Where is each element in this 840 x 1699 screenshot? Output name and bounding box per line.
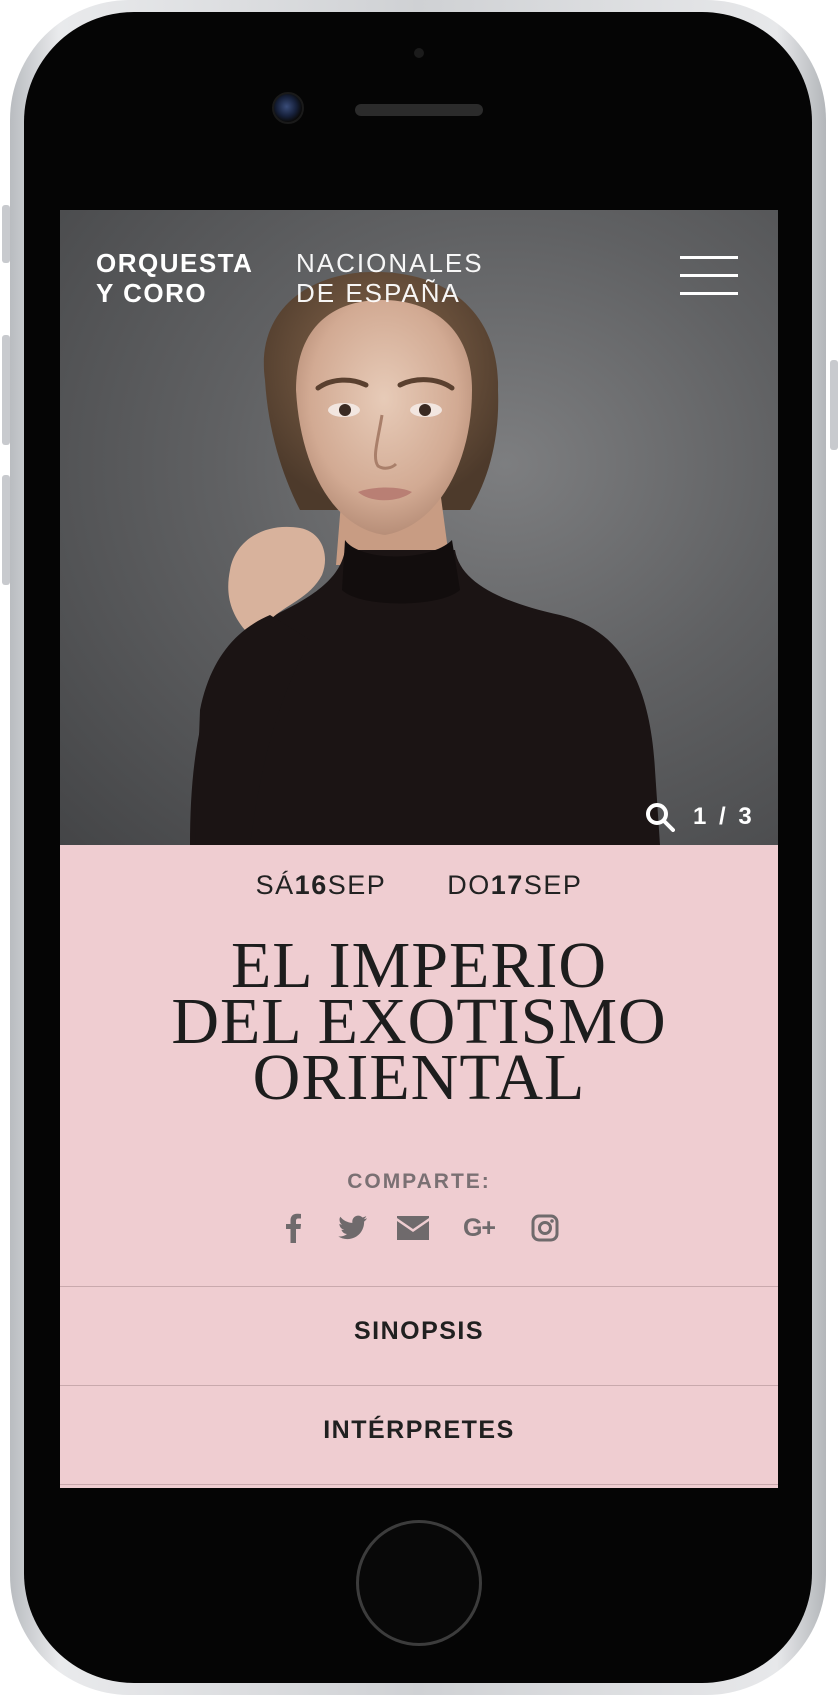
zoom-search-icon[interactable] [645, 802, 675, 832]
power-button [830, 360, 838, 450]
date-day: 17 [490, 870, 524, 900]
device-mockup: ORQUESTA Y CORO NACIONALES DE ESPAÑA 1 /… [0, 0, 840, 1699]
hero-slider[interactable]: ORQUESTA Y CORO NACIONALES DE ESPAÑA 1 /… [60, 210, 778, 845]
title-line: ORIENTAL [252, 1041, 586, 1114]
date-day: 16 [294, 870, 328, 900]
instagram-icon[interactable] [529, 1212, 561, 1244]
share-label: COMPARTE: [347, 1170, 491, 1193]
menu-bar [680, 256, 738, 259]
logo-bold-text: ORQUESTA Y CORO [96, 248, 296, 308]
twitter-icon[interactable] [337, 1212, 369, 1244]
facebook-icon[interactable] [277, 1212, 309, 1244]
date-weekday: DO [447, 870, 491, 900]
menu-bar [680, 292, 738, 295]
logo-line-3: NACIONALES [296, 248, 484, 278]
logo-light-text: NACIONALES DE ESPAÑA [296, 248, 536, 308]
logo-line-1: ORQUESTA [96, 248, 254, 278]
proximity-sensor [414, 48, 424, 58]
event-date: DO17SEP [447, 870, 582, 901]
mute-switch [2, 205, 10, 263]
mail-icon[interactable] [397, 1212, 429, 1244]
volume-down-button [2, 475, 10, 585]
social-share-bar: G+ [60, 1212, 778, 1244]
event-date: SÁ16SEP [256, 870, 387, 901]
section-label: SINOPSIS [353, 1317, 485, 1345]
phone-screen: ORQUESTA Y CORO NACIONALES DE ESPAÑA 1 /… [60, 210, 778, 1488]
date-weekday: SÁ [255, 870, 295, 900]
sinopsis-section-button[interactable]: SINOPSIS [60, 1286, 778, 1376]
logo-line-4: DE ESPAÑA [296, 278, 461, 308]
interpretes-section-button[interactable]: INTÉRPRETES [60, 1385, 778, 1475]
front-camera [272, 92, 304, 124]
event-title: EL IMPERIO DEL EXOTISMO ORIENTAL [60, 933, 778, 1114]
hamburger-menu-icon[interactable] [680, 256, 738, 298]
menu-bar [680, 274, 738, 277]
google-plus-label: G+ [462, 1213, 496, 1242]
date-month: SEP [327, 870, 387, 900]
section-label: INTÉRPRETES [323, 1416, 515, 1444]
divider [60, 1484, 778, 1485]
google-plus-icon[interactable]: G+ [457, 1212, 501, 1244]
volume-up-button [2, 335, 10, 445]
home-button [356, 1520, 482, 1646]
slider-controls: 1 / 3 [645, 800, 755, 834]
slide-counter: 1 / 3 [693, 803, 755, 830]
logo-line-2: Y CORO [96, 278, 208, 308]
earpiece-speaker [355, 104, 483, 116]
date-month: SEP [523, 870, 583, 900]
event-dates: SÁ16SEP DO17SEP [60, 870, 778, 901]
